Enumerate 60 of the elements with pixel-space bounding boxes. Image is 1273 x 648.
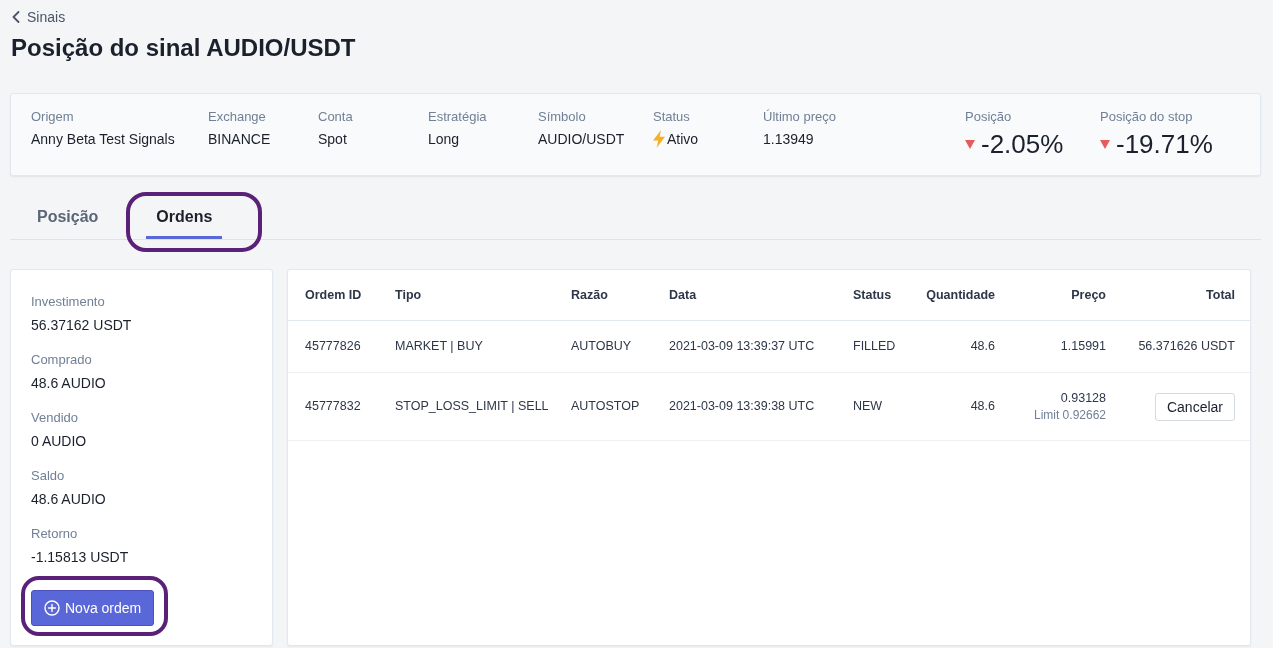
- cancel-button[interactable]: Cancelar: [1154, 392, 1235, 421]
- field-label: Origem: [31, 108, 75, 125]
- table-cell: 2021-03-09 13:39:37 UTC: [661, 320, 845, 373]
- stat-label: Saldo: [31, 467, 66, 485]
- table-cell: STOP_LOSS_LIMIT | SELL: [387, 372, 563, 441]
- field-value: BINANCE: [208, 130, 271, 149]
- stat-value: 48.6 AUDIO: [31, 490, 107, 509]
- field-label: Conta: [318, 108, 354, 125]
- stat-label: Retorno: [31, 525, 79, 543]
- column-header: Data: [661, 270, 845, 321]
- column-header: Ordem ID: [288, 270, 387, 321]
- column-header: Razão: [563, 270, 661, 321]
- column-header: Tipo: [387, 270, 563, 321]
- table-cell: 2021-03-09 13:39:38 UTC: [661, 372, 845, 441]
- field-label: Exchange: [208, 108, 267, 125]
- new-order-button[interactable]: Nova ordem: [31, 590, 155, 626]
- field-value: AUDIO/USDT: [538, 130, 625, 149]
- column-header: Preço: [1003, 270, 1114, 321]
- table-cell: 56.371626 USDT: [1138, 339, 1235, 353]
- tab[interactable]: Posição: [27, 196, 109, 239]
- price-text: 0.93128: [1059, 390, 1106, 407]
- table-cell: AUTOSTOP: [563, 372, 661, 441]
- field-label: Último preço: [763, 108, 837, 125]
- table-cell: 48.6: [917, 372, 1003, 441]
- metric-value: -19.71%: [1116, 129, 1213, 159]
- stat-label: Investimento: [31, 293, 106, 311]
- table-cell: FILLED: [845, 320, 917, 373]
- table-cell: 48.6: [917, 320, 1003, 373]
- plus-circle-icon: [44, 600, 60, 616]
- stat-value: 0 AUDIO: [31, 432, 88, 451]
- field-label: Símbolo: [538, 108, 587, 125]
- metric-label: Posição do stop: [1100, 108, 1194, 125]
- stat-value: 48.6 AUDIO: [31, 374, 107, 393]
- stat-label: Comprado: [31, 351, 93, 369]
- stat-label: Vendido: [31, 409, 79, 427]
- field-value: Long: [428, 130, 460, 149]
- table-cell: 45777832: [288, 372, 387, 441]
- tab[interactable]: Ordens: [146, 196, 223, 239]
- table-cell: MARKET | BUY: [387, 320, 563, 373]
- column-header: Status: [845, 270, 917, 321]
- column-header: Quantidade: [917, 270, 1003, 321]
- limit-price-text: Limit 0.92662: [1032, 407, 1106, 423]
- metric-value: -2.05%: [981, 129, 1064, 159]
- field-value: Spot: [318, 130, 347, 149]
- stat-value: 56.37162 USDT: [31, 316, 133, 335]
- back-link[interactable]: Sinais: [12, 8, 66, 26]
- field-value: Anny Beta Test Signals: [31, 130, 175, 149]
- field-label: Status: [653, 108, 691, 125]
- field-label: Estratégia: [428, 108, 488, 125]
- page-title: Posição do sinal AUDIO/USDT: [11, 33, 357, 63]
- field-value: 1.13949: [763, 130, 814, 149]
- table-cell: NEW: [845, 372, 917, 441]
- field-value: Ativo: [667, 130, 699, 149]
- stat-value: -1.15813 USDT: [31, 548, 130, 567]
- chevron-left-icon: [12, 11, 20, 23]
- column-header: Total: [1114, 270, 1250, 321]
- table-cell: 45777826: [288, 320, 387, 373]
- metric-label: Posição: [965, 108, 1013, 125]
- table-cell: AUTOBUY: [563, 320, 661, 373]
- price-text: 1.15991: [1059, 338, 1106, 355]
